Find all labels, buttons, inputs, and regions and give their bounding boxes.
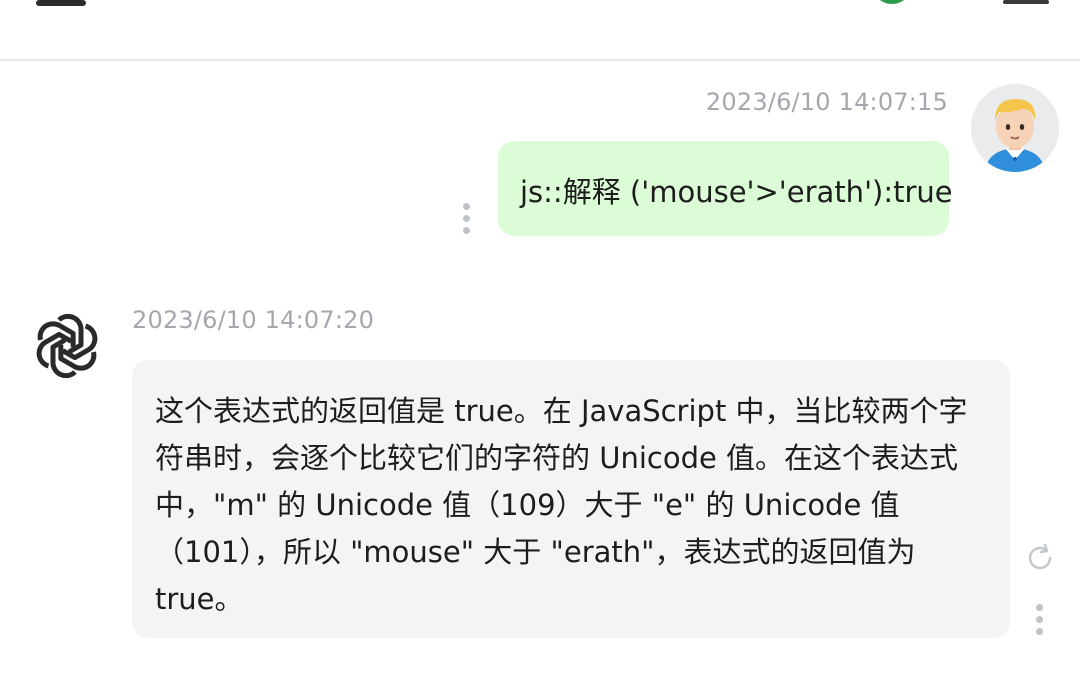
refresh-icon[interactable]	[1024, 542, 1056, 574]
message-timestamp: 2023/6/10 14:07:15	[705, 88, 948, 116]
more-vertical-icon[interactable]	[1036, 604, 1044, 640]
message-timestamp: 2023/6/10 14:07:20	[132, 306, 375, 334]
top-bar	[0, 0, 1080, 61]
user-message-bubble[interactable]: js::解释 ('mouse'>'erath'):true	[498, 141, 953, 236]
user-avatar[interactable]	[971, 84, 1059, 172]
whatsapp-icon[interactable]	[868, 0, 916, 6]
hamburger-icon[interactable]	[36, 0, 86, 6]
openai-logo-icon	[28, 307, 106, 385]
more-icon[interactable]	[1003, 0, 1049, 4]
assistant-message-bubble[interactable]: 这个表达式的返回值是 true。在 JavaScript 中，当比较两个字符串时…	[132, 360, 1010, 638]
more-vertical-icon[interactable]	[463, 203, 471, 239]
